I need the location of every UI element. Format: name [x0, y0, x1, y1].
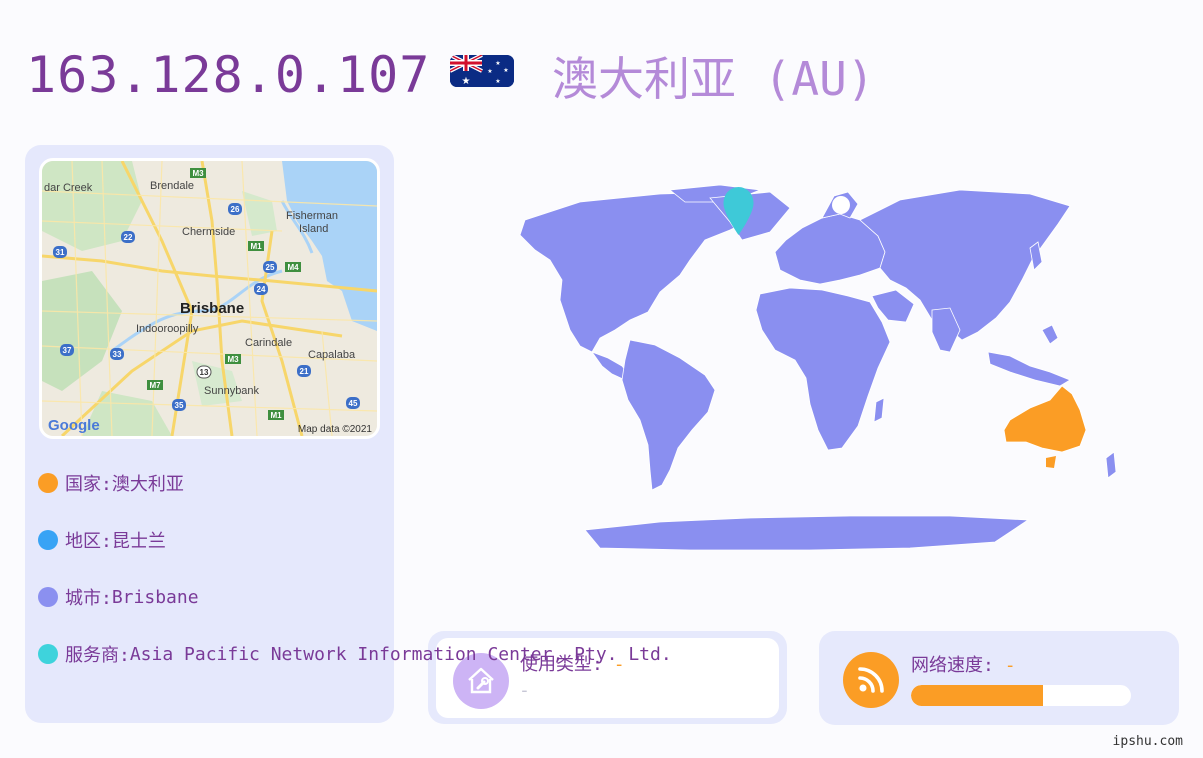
google-logo: Google: [48, 417, 100, 434]
isp-value: Asia Pacific Network Information Center,…: [129, 643, 672, 665]
info-city: 城市: Brisbane: [38, 584, 199, 610]
country-dot-icon: [38, 473, 58, 493]
rss-icon: [843, 652, 899, 708]
city-value: Brisbane: [111, 586, 199, 608]
australia-flag-icon: ★ ★ ★ ★ ★: [450, 55, 514, 87]
svg-text:★: ★: [487, 68, 492, 75]
world-map: [430, 180, 1170, 560]
map-place-label: Capalaba: [308, 349, 356, 361]
network-speed-label-text: 网络速度:: [911, 655, 1005, 676]
svg-text:★: ★: [495, 60, 500, 67]
location-map[interactable]: dar Creek Brendale Fisherman Island Cher…: [39, 158, 380, 439]
map-attribution: Map data ©2021: [298, 424, 373, 435]
map-place-label: Sunnybank: [204, 385, 260, 397]
network-speed-bar-fill: [911, 685, 1043, 706]
road-shield: 26: [231, 205, 240, 214]
road-shield: 37: [63, 346, 72, 355]
map-place-label: Fisherman: [286, 210, 338, 222]
road-shield: 33: [113, 350, 122, 359]
region-dot-icon: [38, 530, 58, 550]
road-shield: M7: [149, 381, 161, 390]
country-title: 澳大利亚 (AU): [552, 52, 875, 106]
australia-highlight: [1003, 385, 1087, 453]
road-shield: 45: [349, 399, 358, 408]
network-speed-bar: [911, 685, 1131, 706]
road-shield: 13: [200, 368, 209, 377]
road-shield: M1: [270, 411, 282, 420]
road-shield: 25: [266, 263, 275, 272]
road-shield: M1: [250, 242, 262, 251]
network-speed-value: -: [1004, 655, 1016, 676]
road-shield: 22: [124, 233, 133, 242]
city-label: 城市:: [65, 588, 112, 609]
country-value: 澳大利亚: [111, 474, 184, 495]
region-value: 昆士兰: [111, 531, 166, 552]
svg-text:★: ★: [495, 78, 500, 85]
isp-dot-icon: [38, 644, 58, 664]
country-label: 国家:: [65, 474, 112, 495]
ip-address: 163.128.0.107: [26, 46, 431, 104]
usage-type-sub: -: [519, 680, 530, 701]
map-place-label: Carindale: [245, 337, 292, 349]
map-place-label: dar Creek: [44, 182, 93, 194]
isp-label: 服务商:: [65, 645, 130, 666]
road-shield: 35: [175, 401, 184, 410]
svg-text:★: ★: [503, 67, 508, 74]
info-country: 国家: 澳大利亚: [38, 470, 184, 496]
road-shield: M4: [287, 263, 299, 272]
road-shield: M3: [192, 169, 204, 178]
svg-text:★: ★: [462, 76, 471, 87]
road-shield: 31: [56, 248, 65, 257]
map-place-label: Chermside: [182, 226, 235, 238]
road-shield: 24: [257, 285, 266, 294]
map-place-label: Brendale: [150, 180, 194, 192]
map-place-label: Indooroopilly: [136, 323, 199, 335]
footer-brand[interactable]: ipshu.com: [1113, 734, 1183, 749]
network-speed-label: 网络速度: -: [911, 651, 1016, 677]
road-shield: 21: [300, 367, 309, 376]
road-shield: M3: [227, 355, 239, 364]
city-dot-icon: [38, 587, 58, 607]
region-label: 地区:: [65, 531, 112, 552]
map-place-label: Brisbane: [180, 300, 244, 317]
info-region: 地区: 昆士兰: [38, 527, 166, 553]
map-place-label: Island: [299, 223, 328, 235]
info-isp: 服务商: Asia Pacific Network Information Ce…: [38, 641, 672, 667]
